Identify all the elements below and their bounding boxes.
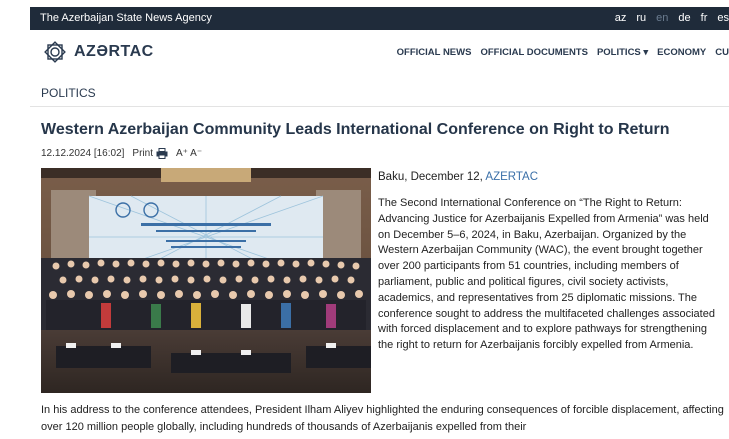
nav-economy[interactable]: ECONOMY [657,47,706,58]
lang-fr[interactable]: fr [701,12,708,24]
article-paragraph-1: The Second International Conference on “… [378,197,715,352]
article-dateline: Baku, December 12, AZERTAC [378,171,723,183]
nav-culture[interactable]: CU [715,47,729,58]
print-label: Print [132,148,153,159]
top-bar: The Azerbaijan State News Agency az ru e… [30,7,729,30]
lang-ru[interactable]: ru [636,12,646,24]
article-date: 12.12.2024 [16:02] [41,148,125,159]
article-photo [41,168,371,393]
section-divider [30,106,729,107]
main-nav: OFFICIAL NEWS OFFICIAL DOCUMENTS POLITIC… [397,47,729,58]
site-logo[interactable]: AZƏRTAC [42,39,154,65]
print-button[interactable]: Print [132,148,168,159]
logo-emblem-icon [44,41,66,63]
lang-az[interactable]: az [615,12,627,24]
lang-de[interactable]: de [678,12,690,24]
article-title: Western Azerbaijan Community Leads Inter… [41,121,670,138]
article-paragraph-2: In his address to the conference attende… [41,404,724,433]
font-size-controls[interactable]: A⁺ A⁻ [176,148,202,159]
nav-politics[interactable]: POLITICS ▾ [597,47,648,58]
section-label[interactable]: POLITICS [41,86,96,100]
nav-official-news[interactable]: OFFICIAL NEWS [397,47,472,58]
conference-group-photo [41,168,371,393]
site-header: AZƏRTAC OFFICIAL NEWS OFFICIAL DOCUMENTS… [30,30,729,75]
lang-es[interactable]: es [717,12,729,24]
article-meta: 12.12.2024 [16:02] Print A⁺ A⁻ [41,148,202,159]
printer-icon [156,148,168,159]
source-link[interactable]: AZERTAC [485,171,538,183]
lang-en[interactable]: en [656,12,668,24]
nav-official-documents[interactable]: OFFICIAL DOCUMENTS [480,47,588,58]
language-switcher: az ru en de fr es [615,12,729,24]
logo-text: AZƏRTAC [74,43,154,60]
agency-tagline: The Azerbaijan State News Agency [40,12,212,24]
dateline-text: Baku, December 12, [378,171,486,183]
